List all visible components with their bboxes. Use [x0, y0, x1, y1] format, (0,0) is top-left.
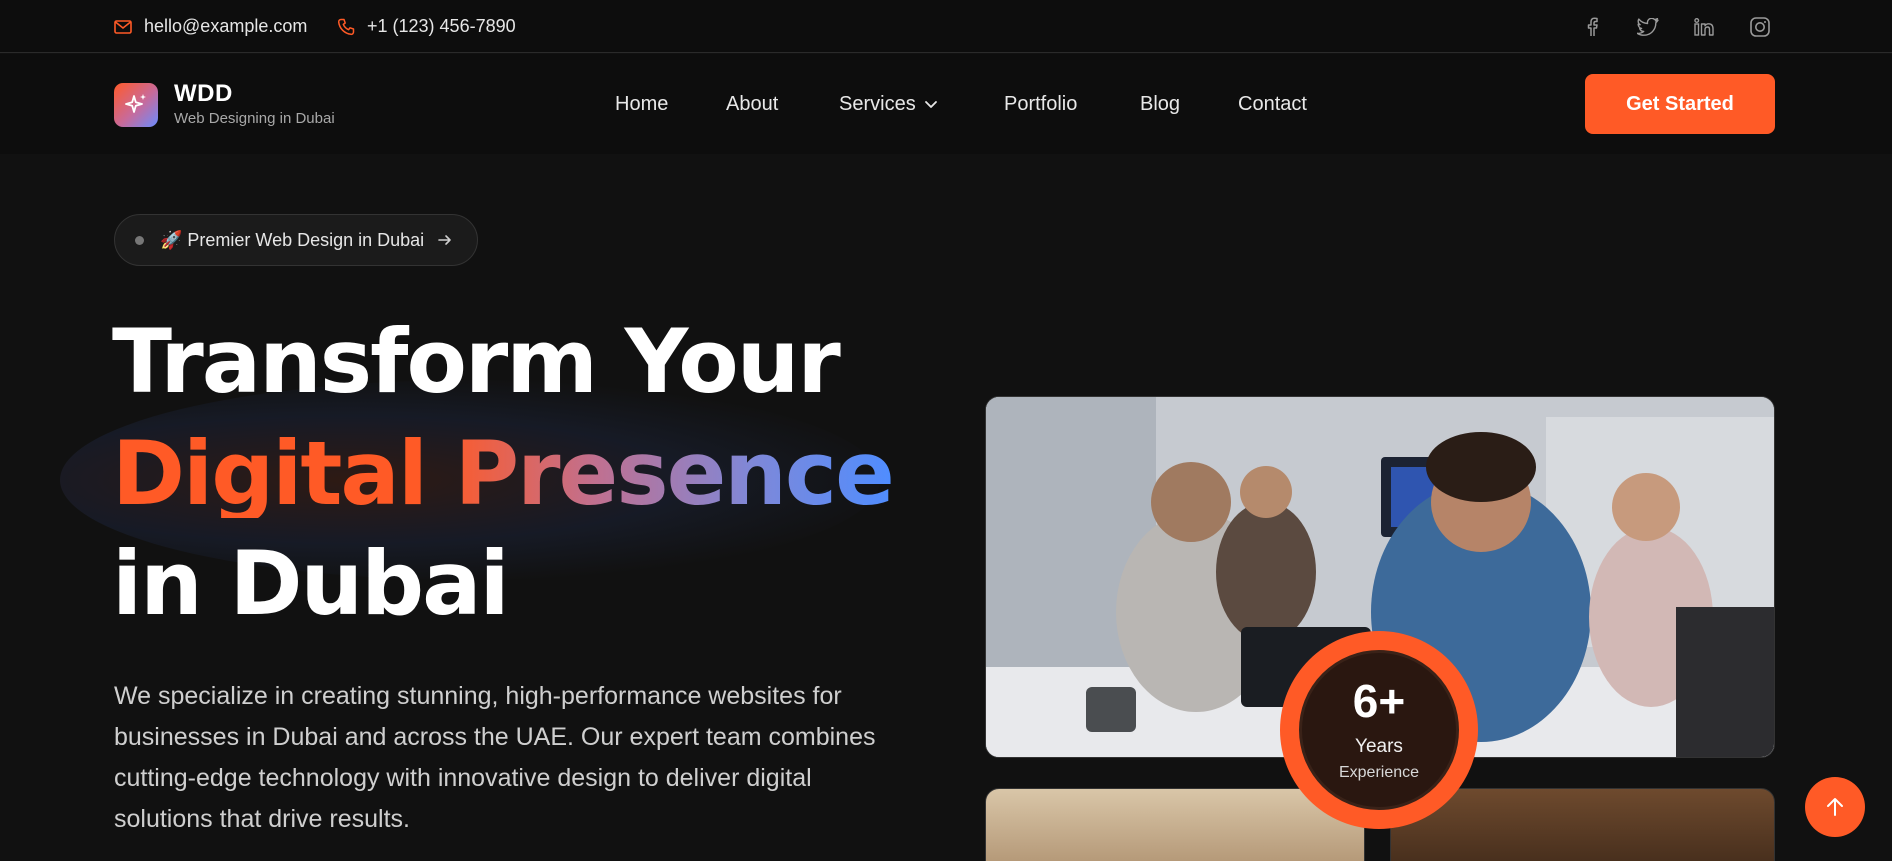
social-links [1580, 0, 1772, 53]
nav-item-contact[interactable]: Contact [1238, 54, 1307, 154]
mail-icon [114, 19, 132, 34]
phone-icon [337, 18, 355, 35]
hero-pill-link[interactable]: 🚀 Premier Web Design in Dubai [114, 214, 478, 266]
facebook-icon[interactable] [1580, 15, 1604, 39]
status-dot [135, 235, 144, 245]
nav-item-label: Home [615, 92, 669, 115]
nav-item-label: About [726, 92, 779, 115]
experience-sublabel: Experience [1338, 764, 1420, 781]
hero-headline-line1: Transform Your [112, 310, 841, 413]
nav-item-home[interactable]: Home [615, 54, 668, 154]
hero-description: We specialize in creating stunning, high… [114, 682, 876, 833]
email-text[interactable]: hello@example.com [144, 16, 307, 37]
email-contact[interactable]: hello@example.com [114, 0, 307, 53]
experience-badge: 6+ Years Experience [1280, 631, 1478, 829]
hero-pill-text: 🚀 Premier Web Design in Dubai [160, 229, 425, 250]
twitter-icon[interactable] [1636, 15, 1660, 39]
phone-text[interactable]: +1 (123) 456-7890 [367, 16, 516, 37]
nav-item-label: Services [839, 92, 916, 115]
chevron-down-icon [924, 100, 937, 108]
experience-label: Years [1355, 736, 1403, 757]
nav-item-label: Portfolio [1004, 92, 1078, 115]
nav-item-about[interactable]: About [726, 54, 778, 154]
nav-item-label: Contact [1238, 92, 1307, 115]
nav-item-label: Blog [1140, 92, 1181, 115]
hero-headline-line2: Digital Presence [112, 422, 895, 525]
main-navbar: WDD Web Designing in Dubai Home About Se… [0, 54, 1892, 154]
phone-contact[interactable]: +1 (123) 456-7890 [337, 0, 516, 53]
top-bar: hello@example.com +1 (123) 456-7890 [0, 0, 1892, 53]
hero-headline-line3: in Dubai [112, 532, 510, 635]
nav-item-blog[interactable]: Blog [1140, 54, 1180, 154]
instagram-icon[interactable] [1748, 15, 1772, 39]
experience-value: 6+ [1352, 675, 1406, 727]
get-started-button[interactable]: Get Started [1585, 74, 1775, 134]
arrow-up-icon [1827, 798, 1843, 816]
scroll-to-top-button[interactable] [1805, 777, 1865, 837]
nav-item-services[interactable]: Services [839, 54, 938, 154]
nav-item-portfolio[interactable]: Portfolio [1004, 54, 1077, 154]
linkedin-icon[interactable] [1692, 15, 1716, 39]
experience-badge-inner: 6+ Years Experience [1299, 650, 1459, 810]
arrow-right-icon [438, 235, 451, 245]
